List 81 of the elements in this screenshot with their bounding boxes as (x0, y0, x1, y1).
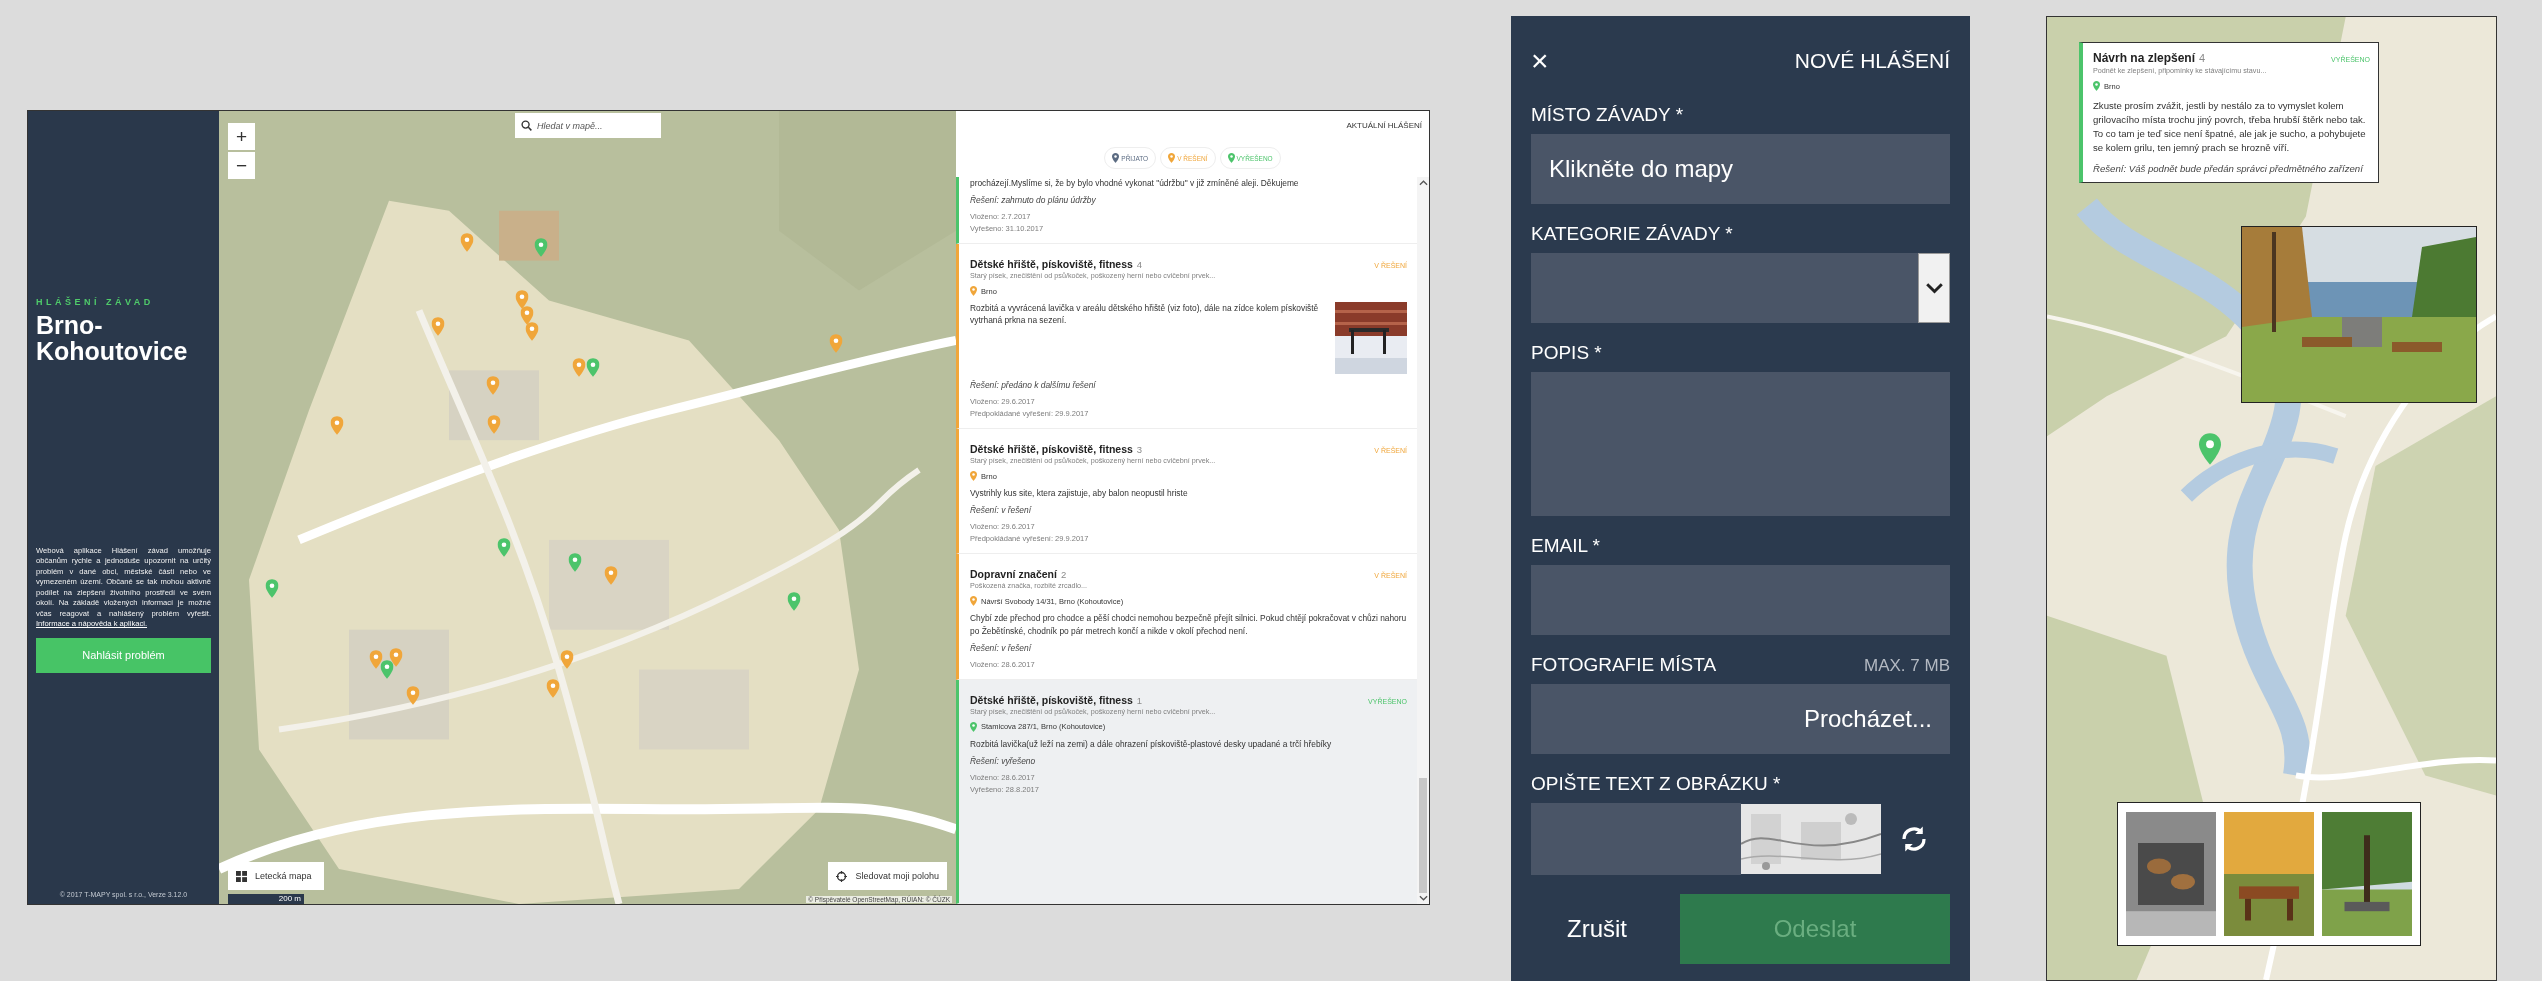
browse-button[interactable]: Procházet... (1531, 684, 1950, 754)
report-description: Chybí zde přechod pro chodce a pěší chodci nemohou bezpečně přejít silnici. Pokud chtějí pokračovat v chůzi nahoru po Žebětínské, chodník po pár metrech končí a nikde v okolí přechod není. (970, 612, 1407, 637)
report-description: procházejí.Myslíme si, že by bylo vhodné vykonat "údržbu" v již zmíněné aleji. Děkujeme (970, 177, 1300, 190)
map-pin-icon[interactable] (380, 659, 394, 679)
report-title: Dětské hřiště, pískoviště, fitness (970, 258, 1133, 271)
map-pin-icon[interactable] (2199, 433, 2221, 465)
report-title: Dětské hřiště, pískoviště, fitness (970, 693, 1133, 706)
scroll-thumb[interactable] (1419, 778, 1427, 893)
report-count: 4 (1136, 259, 1143, 271)
report-title: Návrh na zlepšení (2093, 51, 2196, 65)
app-title: Brno-Kohoutovice (36, 313, 189, 364)
list-title: AKTUÁLNÍ HLÁŠENÍ (1346, 121, 1422, 130)
map-pin-icon[interactable] (520, 306, 534, 325)
app-subtitle: HLÁŠENÍ ZÁVAD (36, 297, 155, 307)
map-pin-icon[interactable] (497, 537, 511, 557)
description-field[interactable] (1531, 372, 1950, 516)
report-count: 1 (1136, 694, 1143, 706)
locate-button[interactable]: Sledovat moji polohu (828, 862, 947, 890)
text-field[interactable]: Klikněte do mapy (1531, 134, 1950, 204)
captcha-field[interactable] (1531, 803, 1741, 875)
map-pin-icon[interactable] (330, 416, 344, 436)
form-title: NOVÉ HLÁŠENÍ (1794, 49, 1950, 73)
report-description: Rozbitá a vyvrácená lavička v areálu dětského hřiště (viz foto), dále na zídce kolem pískoviště vytrhaná prkna na sezení. (970, 302, 1320, 327)
field-label: POPIS * (1531, 342, 1603, 364)
solution-text: Řešení: zahrnuto do plánu údržby (970, 195, 1097, 206)
close-button[interactable]: × (1531, 44, 1549, 78)
map-pin-icon[interactable] (829, 333, 843, 353)
map-pin-icon[interactable] (487, 414, 501, 434)
field-label: MÍSTO ZÁVADY * (1531, 104, 1685, 126)
map-pin-icon[interactable] (486, 375, 500, 395)
report-description: Vystrihly kus site, ktera zajistuje, aby balon neopustil hriste (970, 487, 1189, 500)
report-card[interactable] (956, 244, 1417, 430)
map-pin-icon[interactable] (265, 578, 279, 598)
map-pin-icon[interactable] (586, 357, 600, 377)
category-dropdown[interactable] (1531, 253, 1950, 323)
map-pin-icon[interactable] (515, 289, 529, 309)
map-pin-icon[interactable] (572, 357, 586, 377)
field-label: OPIŠTE TEXT Z OBRÁZKU * (1531, 773, 1782, 795)
report-title: Dopravní značení (970, 568, 1057, 581)
map-pin-icon[interactable] (431, 317, 445, 337)
map-pin-icon[interactable] (604, 565, 618, 585)
cancel-button[interactable]: Zrušit (1531, 894, 1668, 964)
field-label: EMAIL * (1531, 535, 1601, 557)
map-pin-icon[interactable] (369, 649, 383, 669)
refresh-icon[interactable] (1899, 824, 1929, 854)
solution-text: Řešení: v řešení (970, 505, 1033, 516)
zoom-out-button[interactable]: − (228, 152, 255, 179)
report-description: Rozbitá lavička(už leží na zemi) a dále ohrazení pískoviště-plastové desky upadané a trčí hřebíky (970, 737, 1333, 750)
map-pin-icon[interactable] (787, 591, 801, 611)
report-description: Zkuste prosím zvážit, jestli by nestálo za to vymyslet kolem grilovacího místa trochu jiný povrch, třeba hrubší štěrk nebo tak. To co tam je teď sice není špatné, ale jak je sucho, a pohybujete se kolem grilu, ten jemný prach se hrozně víří. (2093, 99, 2367, 155)
solution-text: Řešení: vyřešeno (970, 755, 1037, 766)
report-title: Dětské hřiště, pískoviště, fitness (970, 443, 1133, 456)
scale-bar: 200 m (228, 894, 304, 904)
solution-text: Řešení: v řešení (970, 642, 1033, 653)
caret-icon (1925, 282, 1943, 294)
field-label: KATEGORIE ZÁVADY * (1531, 223, 1734, 245)
map-pin-icon[interactable] (534, 237, 548, 257)
map-search-field[interactable]: Hledat v mapě... (515, 113, 661, 138)
aerial-map-button[interactable]: Letecká mapa (228, 862, 324, 890)
scroll-up-icon[interactable] (1418, 180, 1428, 186)
grid-icon (236, 870, 247, 882)
map-pin-icon[interactable] (406, 685, 420, 705)
map-pin-icon[interactable] (568, 552, 582, 572)
map-pin-icon[interactable] (460, 233, 474, 253)
report-count: 4 (2199, 52, 2206, 64)
size-hint: MAX. 7 MB (1864, 656, 1950, 676)
search-icon (521, 120, 532, 131)
map-pin-icon[interactable] (525, 322, 539, 342)
solution-text: Řešení: předáno k dalšímu řešení (970, 380, 1097, 391)
crosshair-icon (836, 870, 848, 882)
scrollbar[interactable] (1417, 177, 1429, 904)
scroll-down-icon[interactable] (1418, 895, 1428, 901)
report-count: 2 (1060, 569, 1067, 581)
map-pin-icon[interactable] (389, 648, 403, 668)
report-count: 3 (1136, 444, 1143, 456)
map-pin-icon[interactable] (560, 649, 574, 669)
field-label: FOTOGRAFIE MÍSTA (1531, 654, 1717, 676)
zoom-in-button[interactable]: + (228, 123, 255, 150)
text-field[interactable] (1531, 565, 1950, 635)
solution-text: Řešení: Váš podnět bude předán správci předmětného zařízení (2093, 161, 2365, 176)
map-pin-icon[interactable] (546, 679, 560, 699)
